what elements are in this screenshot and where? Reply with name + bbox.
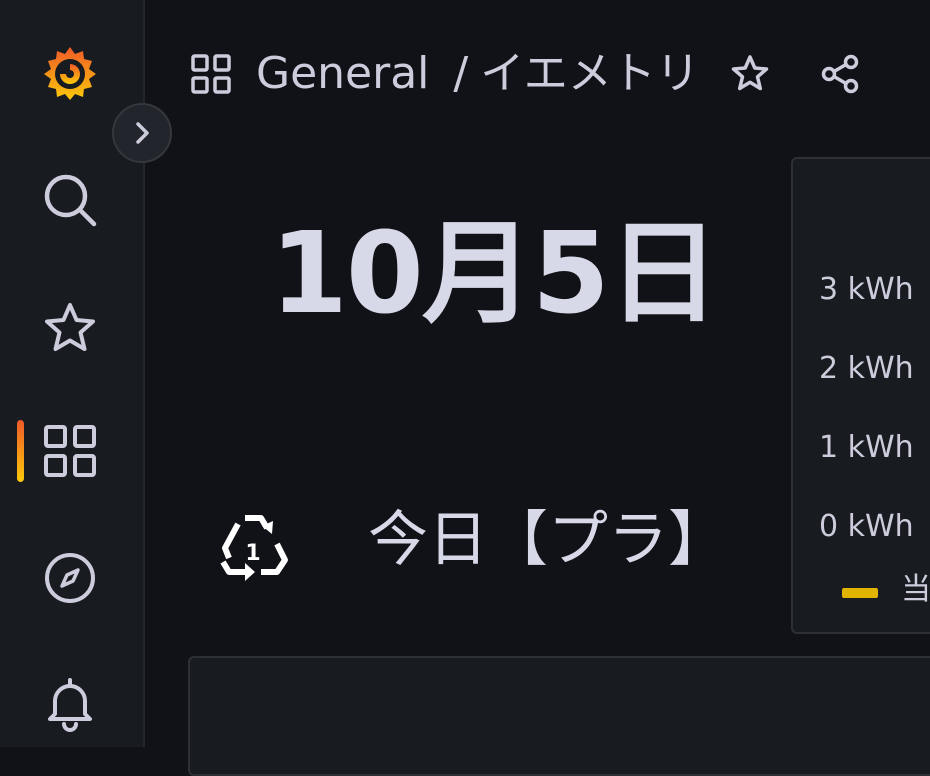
dashboard-title[interactable]: イエメトリ — [480, 52, 700, 96]
date-value: 10月5日 — [270, 209, 720, 339]
garbage-today-label: 今日【プラ】 — [368, 505, 728, 575]
alerting-nav-button[interactable] — [40, 674, 100, 734]
starred-nav-button[interactable] — [40, 298, 100, 358]
explore-compass-icon — [45, 553, 95, 603]
explore-nav-button[interactable] — [40, 548, 100, 608]
breadcrumb-separator: / — [453, 48, 469, 99]
y-axis-tick: 3 kWh — [819, 272, 914, 307]
y-axis-tick: 0 kWh — [819, 509, 914, 544]
breadcrumb-folder[interactable]: General — [256, 52, 429, 96]
bottom-panel — [188, 656, 930, 776]
search-icon — [44, 174, 97, 227]
grafana-logo-icon[interactable] — [40, 43, 100, 103]
active-nav-indicator — [17, 420, 24, 482]
chevron-right-icon — [136, 122, 149, 144]
legend-label[interactable]: 当 — [901, 575, 930, 605]
y-axis-tick: 2 kWh — [819, 351, 914, 386]
favorite-button[interactable] — [730, 54, 770, 94]
legend-color-swatch — [842, 588, 878, 598]
dashboards-grid-icon — [44, 425, 96, 477]
energy-chart-panel[interactable]: 3 kWh 2 kWh 1 kWh 0 kWh 当 — [791, 157, 930, 634]
dashboards-grid-icon — [191, 54, 231, 94]
star-outline-icon — [731, 55, 769, 91]
search-nav-button[interactable] — [40, 170, 100, 230]
dashboards-nav-button[interactable] — [40, 421, 100, 481]
share-icon — [821, 54, 859, 94]
recycle-pet-1-icon: 1 — [220, 515, 288, 581]
star-icon — [45, 303, 95, 351]
expand-menu-button[interactable] — [112, 103, 172, 163]
share-button[interactable] — [820, 54, 860, 94]
side-navigation — [0, 0, 172, 747]
alerting-bell-icon — [48, 678, 92, 732]
y-axis-tick: 1 kWh — [819, 430, 914, 465]
svg-text:1: 1 — [245, 541, 260, 566]
dashboard-header: General / イエメトリ — [190, 44, 860, 104]
